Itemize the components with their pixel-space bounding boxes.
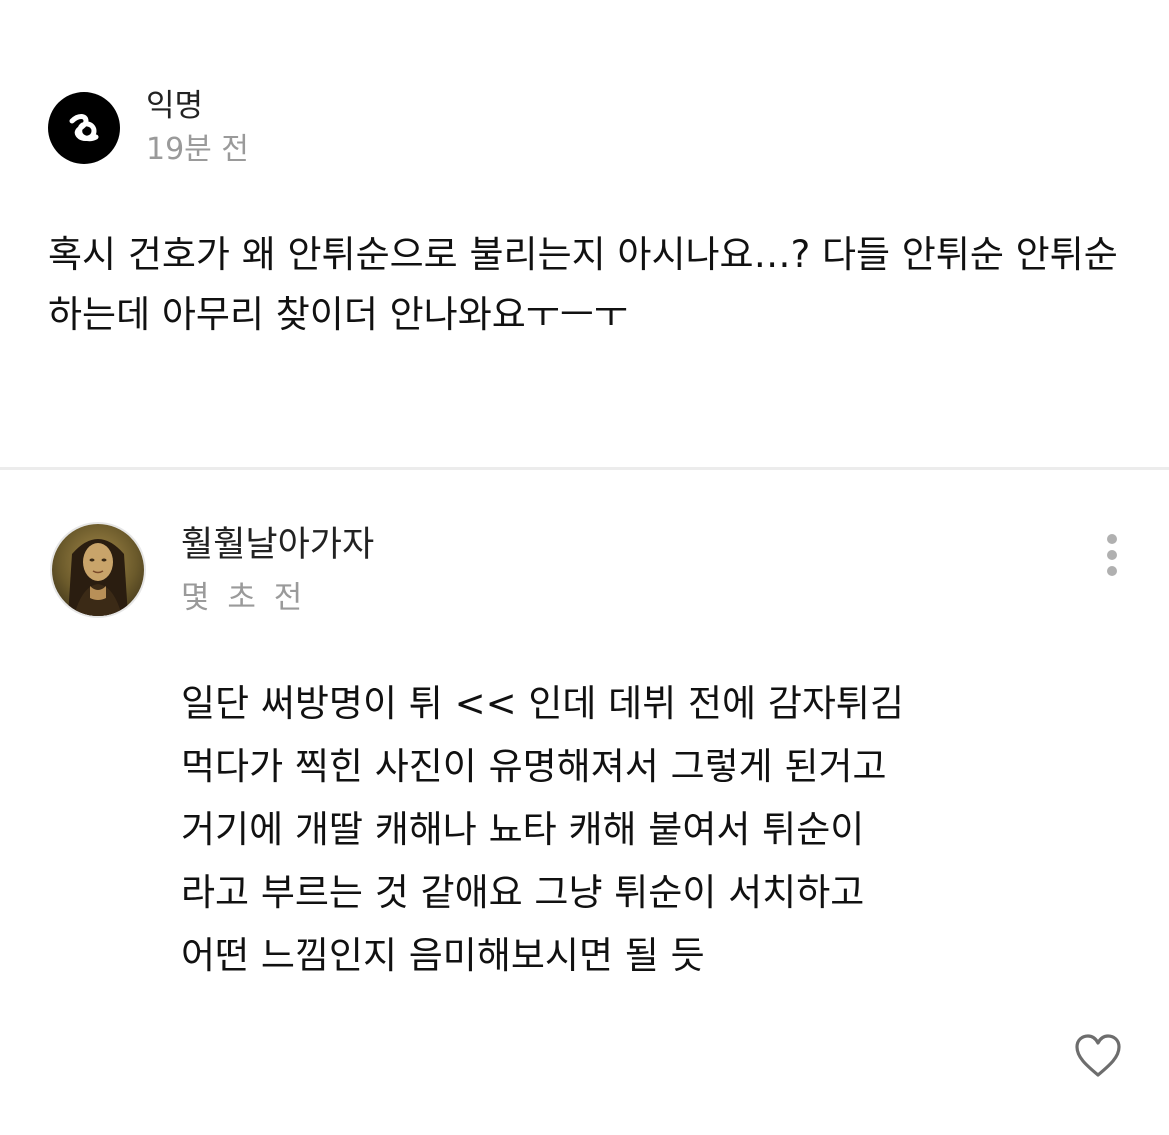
comment-timestamp: 몇 초 전: [181, 580, 307, 616]
divider: [0, 467, 1169, 470]
comment-author-name[interactable]: 훨훨날아가자: [181, 522, 374, 568]
anonymous-logo-icon[interactable]: [48, 92, 120, 164]
comment-line: 거기에 개딸 캐해나 뇨타 캐해 붙여서 튀순이: [181, 808, 865, 851]
more-options-button[interactable]: [1094, 530, 1130, 580]
more-vertical-icon: [1107, 534, 1117, 576]
comment-header: 훨훨날아가자 몇 초 전: [50, 522, 374, 618]
comment-meta: 훨훨날아가자 몇 초 전: [181, 522, 374, 618]
portrait-avatar-icon[interactable]: [50, 522, 146, 618]
post-timestamp: 19분 전: [146, 132, 249, 167]
comment-line: 어떤 느낌인지 음미해보시면 될 듯: [181, 934, 705, 977]
post-body: 혹시 건호가 왜 안튀순으로 불리는지 아시나요…? 다들 안튀순 안튀순하는데…: [48, 233, 1118, 336]
post-meta: 익명 19분 전: [146, 86, 249, 170]
comment-line: 일단 써방명이 튀 << 인데 데뷔 전에 감자튀김: [181, 682, 905, 725]
comment-line: 먹다가 찍힌 사진이 유명해져서 그렇게 된거고: [181, 745, 887, 788]
like-button[interactable]: [1074, 1033, 1122, 1079]
comment-line: 라고 부르는 것 같애요 그냥 튀순이 서치하고: [181, 871, 865, 914]
comment-body: 일단 써방명이 튀 << 인데 데뷔 전에 감자튀김 먹다가 찍힌 사진이 유명…: [181, 672, 1121, 987]
post-author-name[interactable]: 익명: [146, 86, 249, 126]
heart-outline-icon: [1075, 1034, 1121, 1077]
post-header: 익명 19분 전: [48, 86, 249, 170]
